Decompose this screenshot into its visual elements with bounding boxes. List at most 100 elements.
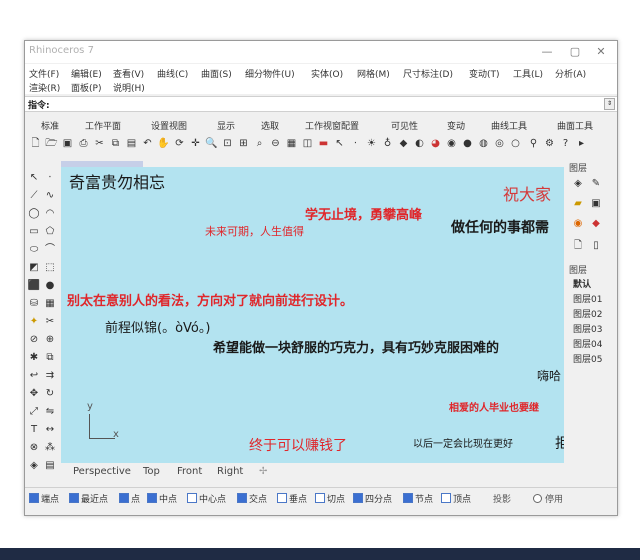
cylinder-icon[interactable]: ⛁ [27,297,41,311]
document-icon[interactable]: ▯ [589,239,603,253]
tab-display[interactable]: 显示 [217,119,235,132]
menu-solid[interactable]: 实体(O) [311,67,343,80]
layer-item-default[interactable]: 默认 [573,277,591,290]
menu-curve[interactable]: 曲线(C) [157,67,188,80]
circle-icon[interactable]: ◯ [27,207,41,221]
menu-analyze[interactable]: 分析(A) [555,67,586,80]
point-icon[interactable]: ⋅ [349,137,362,150]
snap-mid[interactable]: 中点 [147,492,177,505]
trim-icon[interactable]: ✂ [43,315,57,329]
arc-icon[interactable]: ◠ [43,207,57,221]
paste-icon[interactable]: ▤ [125,137,138,150]
car-icon[interactable]: ▬ [317,137,330,150]
zoom-window-icon[interactable]: ⊡ [221,137,234,150]
fillet-curve-icon[interactable]: ⌒ [43,243,57,257]
page-icon[interactable]: 🗋 [571,239,585,253]
mesh-icon[interactable]: ▦ [43,297,57,311]
menu-view[interactable]: 查看(V) [113,67,144,80]
folder-icon[interactable]: ▰ [571,197,585,211]
viewport-icon[interactable]: ▦ [285,137,298,150]
properties-icon[interactable]: ▤ [43,459,57,473]
boolean-icon[interactable]: ✦ [27,315,41,329]
copy-icon[interactable]: ⧉ [109,137,122,150]
move-icon[interactable]: ✛ [189,137,202,150]
zoom-out-icon[interactable]: ⊖ [269,137,282,150]
snap-tan[interactable]: 切点 [315,492,345,505]
menu-subd[interactable]: 细分物件(U) [245,67,295,80]
text-tool-icon[interactable]: T [27,423,41,437]
snap-end[interactable]: 端点 [29,492,59,505]
environment-icon[interactable]: ◎ [493,137,506,150]
explode-icon[interactable]: ✱ [27,351,41,365]
dimension-icon[interactable]: ↔ [43,423,57,437]
save-icon[interactable]: ▣ [61,137,74,150]
loft-icon[interactable]: ⬚ [43,261,57,275]
curve-icon[interactable]: ∿ [43,189,57,203]
tab-top[interactable]: Top [143,466,160,477]
tab-viewport-layout[interactable]: 工作视窗配置 [305,119,359,132]
point-tool-icon[interactable]: ⋅ [43,171,57,185]
menu-dimension[interactable]: 尺寸标注(D) [403,67,453,80]
move-tool-icon[interactable]: ✥ [27,387,41,401]
group-icon[interactable]: ⧉ [43,351,57,365]
snap-center-checkbox[interactable] [187,493,197,503]
snap-tan-checkbox[interactable] [315,493,325,503]
menu-mesh[interactable]: 网格(M) [357,67,390,80]
join-icon[interactable]: ⊕ [43,333,57,347]
snap-quad[interactable]: 四分点 [353,492,392,505]
menu-edit[interactable]: 编辑(E) [71,67,102,80]
menu-help[interactable]: 说明(H) [113,81,145,94]
surface-icon[interactable]: ◩ [27,261,41,275]
shaded-icon[interactable]: ◉ [445,137,458,150]
brush-icon[interactable]: ✎ [589,177,603,191]
cut-icon[interactable]: ✂ [93,137,106,150]
snap-knot-checkbox[interactable] [403,493,413,503]
tab-front[interactable]: Front [177,466,202,477]
zoom-extents-icon[interactable]: ⊞ [237,137,250,150]
menu-surface[interactable]: 曲面(S) [201,67,232,80]
select-icon[interactable]: ↖ [333,137,346,150]
rotate-tool-icon[interactable]: ↻ [43,387,57,401]
sphere-icon[interactable]: ◍ [477,137,490,150]
menu-panels[interactable]: 面板(P) [71,81,101,94]
snap-point-checkbox[interactable] [119,493,129,503]
menu-render[interactable]: 渲染(R) [29,81,60,94]
tab-visibility[interactable]: 可见性 [391,119,418,132]
add-viewport-icon[interactable]: ✢ [259,466,267,477]
menu-transform[interactable]: 变动(T) [469,67,500,80]
close-button[interactable]: ✕ [591,44,611,60]
layer-item-04[interactable]: 图层04 [573,337,602,350]
menu-tools[interactable]: 工具(L) [513,67,543,80]
tab-surface-tools[interactable]: 曲面工具 [557,119,593,132]
zoom-selected-icon[interactable]: ⌕ [253,137,266,150]
layer-icon[interactable]: ◆ [397,137,410,150]
snap-mid-checkbox[interactable] [147,493,157,503]
more-icon[interactable]: ▸ [575,137,588,150]
offset-icon[interactable]: ⇉ [43,369,57,383]
tab-standard[interactable]: 标准 [41,119,59,132]
command-line[interactable]: 指令: ⇕ [25,96,617,112]
tab-set-view[interactable]: 设置视图 [151,119,187,132]
layer-item-01[interactable]: 图层01 [573,292,602,305]
render-panel-icon[interactable]: ◆ [589,217,603,231]
tab-right[interactable]: Right [217,466,243,477]
snap-center[interactable]: 中心点 [187,492,226,505]
polygon-icon[interactable]: ⬠ [43,225,57,239]
rectangle-icon[interactable]: ▭ [27,225,41,239]
array-icon[interactable]: ⁂ [43,441,57,455]
layer-item-02[interactable]: 图层02 [573,307,602,320]
snap-near-checkbox[interactable] [69,493,79,503]
bulb-icon[interactable]: ♁ [381,137,394,150]
rotate-icon[interactable]: ⟳ [173,137,186,150]
cplane-icon[interactable]: ◫ [301,137,314,150]
snap-knot[interactable]: 节点 [403,492,433,505]
render-tool-icon[interactable]: ◈ [27,459,41,473]
undo-icon[interactable]: ↶ [141,137,154,150]
box-icon[interactable]: ⬛ [27,279,41,293]
snap-end-checkbox[interactable] [29,493,39,503]
options-icon[interactable]: ⚙ [543,137,556,150]
help-icon[interactable]: ? [559,137,572,150]
tab-curve-tools[interactable]: 曲线工具 [491,119,527,132]
tab-select[interactable]: 选取 [261,119,279,132]
open-file-icon[interactable]: 🗁 [45,137,58,150]
